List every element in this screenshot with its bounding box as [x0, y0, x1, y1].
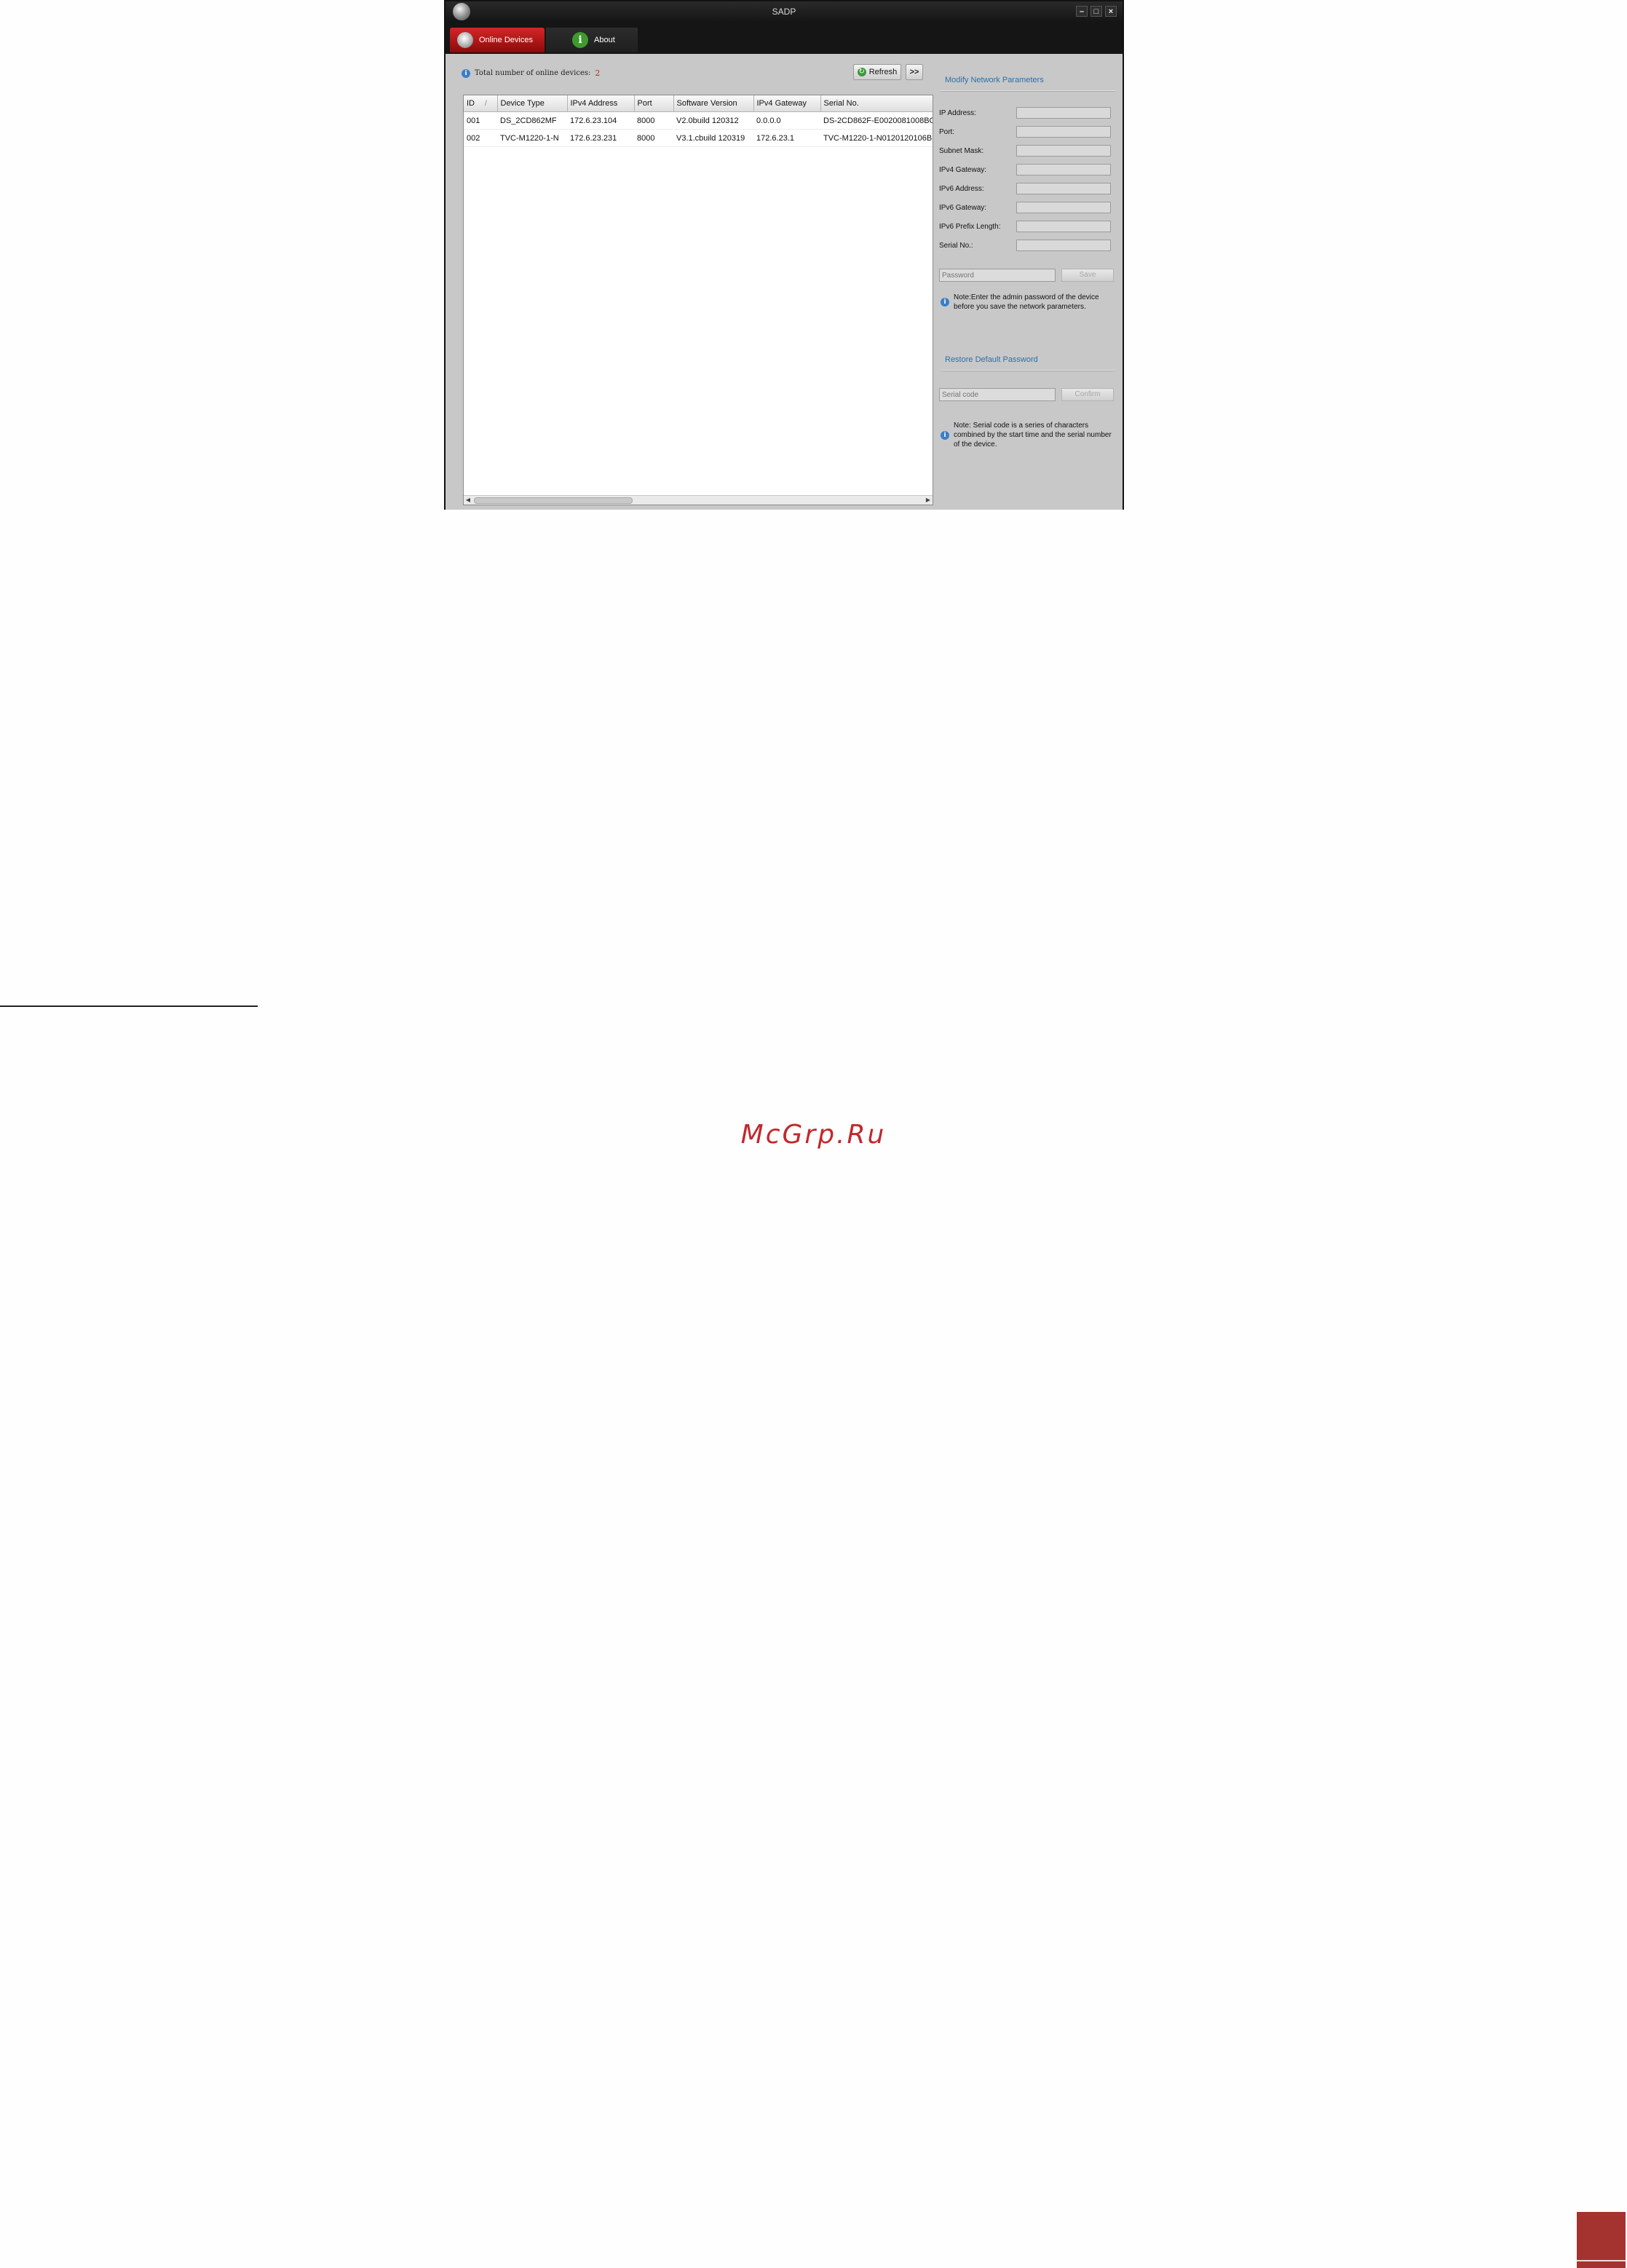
ipv6-prefix-length-row: IPv6 Prefix Length:: [939, 219, 1114, 234]
ipv6-gateway-input[interactable]: [1016, 202, 1111, 213]
count-info-icon: i: [462, 68, 470, 78]
password-input[interactable]: [939, 269, 1056, 282]
ipv6-gateway-row: IPv6 Gateway:: [939, 200, 1114, 215]
cell-serial-no: TVC-M1220-1-N0120120106BI: [820, 129, 933, 147]
serial-code-note: i Note: Serial code is a series of chara…: [941, 421, 1114, 449]
column-header-ipv4-address[interactable]: IPv4 Address: [567, 95, 635, 112]
ipv6-address-label: IPv6 Address:: [939, 184, 984, 193]
save-note-text: Note:Enter the admin password of the dev…: [954, 293, 1099, 311]
info-icon: i: [572, 32, 588, 48]
port-input[interactable]: [1016, 126, 1111, 138]
port-row: Port:: [939, 125, 1114, 139]
footnote-divider: [0, 1005, 258, 1007]
serial-no-label: Serial No.:: [939, 241, 973, 250]
cell-device-type: DS_2CD862MF: [497, 111, 567, 130]
ip-address-label: IP Address:: [939, 108, 976, 117]
ipv6-address-row: IPv6 Address:: [939, 181, 1114, 196]
cell-serial-no: DS-2CD862F-E0020081008BC: [820, 111, 933, 130]
refresh-button[interactable]: ↻ Refresh: [853, 64, 901, 80]
modify-network-parameters-title: Modify Network Parameters: [945, 76, 1044, 84]
horizontal-scrollbar[interactable]: ◀ ▶: [464, 495, 933, 505]
cell-software-version: V3.1.cbuild 120319: [673, 129, 753, 147]
device-table: ID / Device Type IPv4 Address Port Softwa…: [463, 95, 933, 505]
cell-port: 8000: [634, 129, 673, 147]
close-button[interactable]: ×: [1105, 6, 1117, 17]
expand-button[interactable]: >>: [906, 64, 923, 80]
subnet-mask-row: Subnet Mask:: [939, 143, 1114, 158]
window-controls: – □ ×: [1076, 6, 1117, 17]
cell-ipv4-gateway: 172.6.23.1: [753, 129, 820, 147]
serial-code-note-text: Note: Serial code is a series of charact…: [954, 422, 1112, 449]
device-list-panel: i Total number of online devices: 2 ↻ Re…: [450, 54, 933, 507]
window-title: SADP: [772, 7, 796, 17]
column-header-software-version[interactable]: Software Version: [673, 95, 754, 112]
section-divider: [941, 90, 1115, 92]
table-header-row: ID / Device Type IPv4 Address Port Softwa…: [464, 95, 933, 112]
device-count: i Total number of online devices: 2: [462, 68, 600, 78]
column-header-device-type[interactable]: Device Type: [497, 95, 568, 112]
save-button[interactable]: Save: [1061, 269, 1114, 282]
serial-code-input[interactable]: [939, 388, 1056, 401]
cell-ipv4-address: 172.6.23.231: [567, 129, 634, 147]
cell-port: 8000: [634, 111, 673, 130]
section-divider: [941, 370, 1115, 371]
cell-software-version: V2.0build 120312: [673, 111, 753, 130]
cell-id: 001: [464, 111, 497, 130]
serial-no-input[interactable]: [1016, 240, 1111, 251]
cell-ipv4-address: 172.6.23.104: [567, 111, 634, 130]
ip-address-row: IP Address:: [939, 106, 1114, 120]
column-header-id[interactable]: ID /: [464, 95, 498, 112]
cell-ipv4-gateway: 0.0.0.0: [753, 111, 820, 130]
device-count-label: Total number of online devices:: [475, 69, 591, 77]
network-parameters-panel: Modify Network Parameters IP Address: Po…: [935, 54, 1120, 507]
maximize-button[interactable]: □: [1090, 6, 1102, 17]
title-bar[interactable]: SADP – □ ×: [446, 1, 1123, 22]
note-info-icon: i: [941, 298, 949, 307]
online-devices-icon: [457, 32, 473, 48]
port-label: Port:: [939, 127, 955, 136]
subnet-mask-label: Subnet Mask:: [939, 146, 984, 155]
scroll-thumb[interactable]: [474, 497, 633, 504]
device-count-value: 2: [595, 68, 601, 78]
cell-id: 002: [464, 129, 497, 147]
tab-about-label: About: [594, 36, 615, 44]
minimize-button[interactable]: –: [1076, 6, 1088, 17]
ipv4-gateway-input[interactable]: [1016, 164, 1111, 175]
ipv6-prefix-length-label: IPv6 Prefix Length:: [939, 222, 1001, 231]
refresh-icon: ↻: [857, 68, 866, 76]
tab-online-devices[interactable]: Online Devices: [450, 28, 545, 52]
page-corner-tab: [1577, 2212, 1626, 2268]
ip-address-input[interactable]: [1016, 107, 1111, 119]
tab-online-devices-label: Online Devices: [479, 36, 533, 44]
sort-icon: /: [485, 100, 487, 108]
column-header-serial-no[interactable]: Serial No.: [820, 95, 933, 112]
scroll-right-icon[interactable]: ▶: [924, 496, 933, 505]
column-header-port[interactable]: Port: [634, 95, 674, 112]
serial-no-row: Serial No.:: [939, 238, 1114, 253]
ipv4-gateway-row: IPv4 Gateway:: [939, 162, 1114, 177]
save-note: i Note:Enter the admin password of the d…: [941, 293, 1114, 312]
confirm-button[interactable]: Confirm: [1061, 388, 1114, 401]
scroll-left-icon[interactable]: ◀: [464, 496, 472, 505]
ipv6-address-input[interactable]: [1016, 183, 1111, 194]
tab-bar: Online Devices i About: [446, 22, 1123, 54]
sadp-window: SADP – □ × Online Devices i About i Tota…: [444, 0, 1124, 510]
restore-default-password-title: Restore Default Password: [945, 355, 1038, 364]
cell-device-type: TVC-M1220-1-N: [497, 129, 567, 147]
ipv6-prefix-length-input[interactable]: [1016, 221, 1111, 232]
column-header-ipv4-gateway[interactable]: IPv4 Gateway: [753, 95, 821, 112]
ipv4-gateway-label: IPv4 Gateway:: [939, 165, 987, 174]
ipv6-gateway-label: IPv6 Gateway:: [939, 203, 987, 212]
main-content: i Total number of online devices: 2 ↻ Re…: [446, 54, 1123, 510]
note-info-icon: i: [941, 430, 949, 440]
refresh-label: Refresh: [868, 68, 898, 76]
subnet-mask-input[interactable]: [1016, 145, 1111, 157]
tab-about[interactable]: i About: [546, 28, 638, 52]
table-row[interactable]: 002 TVC-M1220-1-N 172.6.23.231 8000 V3.1…: [464, 129, 933, 147]
watermark: McGrp.Ru: [740, 1120, 887, 1150]
table-row[interactable]: 001 DS_2CD862MF 172.6.23.104 8000 V2.0bu…: [464, 111, 933, 130]
